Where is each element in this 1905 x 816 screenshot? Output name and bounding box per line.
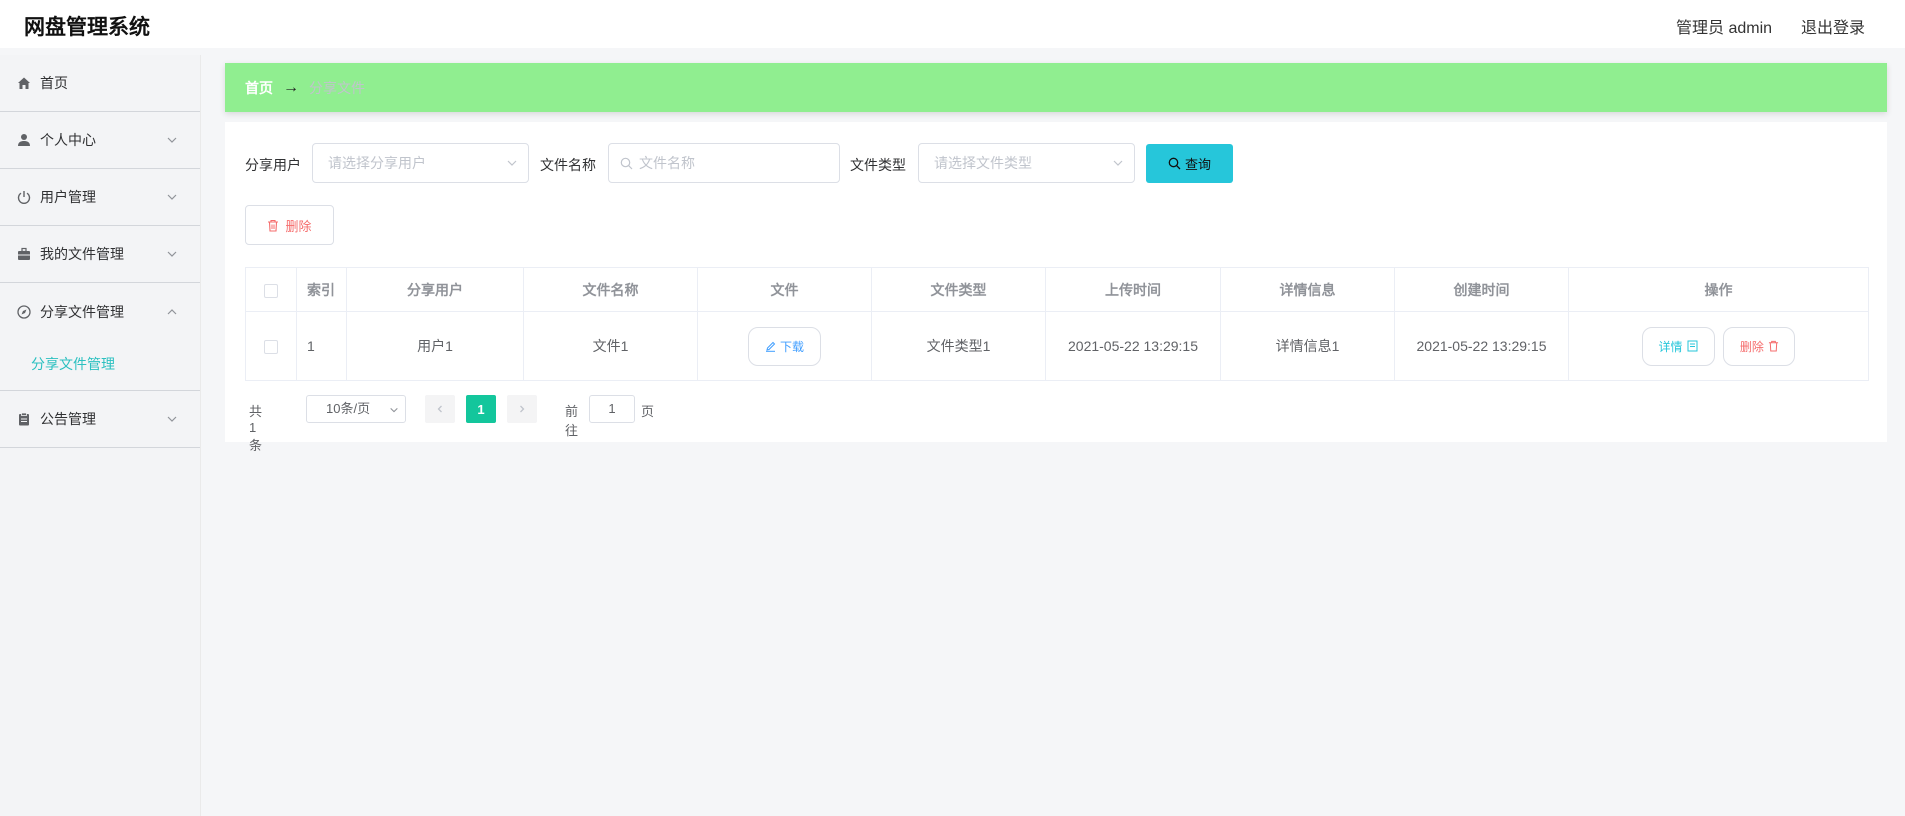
clipboard-icon <box>16 412 31 427</box>
chevron-right-icon <box>520 405 525 413</box>
logout-link[interactable]: 退出登录 <box>1801 14 1865 38</box>
next-page-button[interactable] <box>507 395 537 423</box>
select-all-checkbox[interactable] <box>264 283 278 298</box>
sidebar-item-shared-files[interactable]: 分享文件管理 <box>0 283 200 340</box>
file-type-label: 文件类型 <box>850 157 906 173</box>
column-header: 文件类型 <box>871 267 1046 312</box>
sidebar-item-users[interactable]: 用户管理 <box>0 169 200 226</box>
goto-label: 前往 <box>565 404 579 438</box>
share-user-select[interactable]: 请选择分享用户 <box>312 143 529 183</box>
sidebar-item-label: 我的文件管理 <box>40 246 124 262</box>
detail-button[interactable]: 详情 <box>1641 326 1715 366</box>
chevron-up-icon <box>167 308 177 314</box>
user-icon <box>16 133 31 148</box>
query-button[interactable]: 查询 <box>1146 144 1233 183</box>
column-header: 文件 <box>697 267 872 312</box>
chevron-down-icon <box>390 407 398 413</box>
trash-icon <box>1768 340 1779 352</box>
breadcrumb-separator: → <box>283 78 299 96</box>
sidebar-item-home[interactable]: 首页 <box>0 55 200 112</box>
sidebar-item-label: 分享文件管理 <box>40 303 124 320</box>
file-type-select[interactable]: 请选择文件类型 <box>918 143 1135 183</box>
row-delete-button[interactable]: 删除 <box>1723 326 1796 366</box>
download-label: 下载 <box>779 339 804 354</box>
row-select-cell <box>245 311 297 381</box>
sidebar-item-profile[interactable]: 个人中心 <box>0 112 200 169</box>
operations-cell: 详情 删除 <box>1568 311 1869 381</box>
share-user-label: 分享用户 <box>245 157 301 173</box>
chevron-down-icon <box>1113 160 1123 166</box>
detail-label: 详情 <box>1658 339 1683 354</box>
file-type-placeholder: 请选择文件类型 <box>934 155 1032 171</box>
column-header: 详情信息 <box>1220 267 1395 312</box>
chevron-left-icon <box>437 405 442 413</box>
chevron-down-icon <box>167 137 177 143</box>
sidebar-item-label: 公告管理 <box>40 411 96 427</box>
table-row: 1 用户1 文件1 下载 文件类型1 2021-05-22 13:29:15 详… <box>245 311 1869 381</box>
power-icon <box>16 190 31 205</box>
page-number-button[interactable]: 1 <box>466 395 496 423</box>
table-header-row: 索引 分享用户 文件名称 文件 文件类型 上传时间 详情信息 创建时间 操作 <box>245 267 1869 312</box>
column-header: 分享用户 <box>346 267 524 312</box>
sidebar-item-label: 首页 <box>40 75 68 91</box>
edit-icon <box>765 341 776 352</box>
upload-time-cell: 2021-05-22 13:29:15 <box>1045 311 1221 381</box>
column-header: 操作 <box>1568 267 1869 312</box>
sidebar-item-my-files[interactable]: 我的文件管理 <box>0 226 200 283</box>
column-header: 索引 <box>296 267 347 312</box>
file-name-label: 文件名称 <box>540 157 596 173</box>
prev-page-button[interactable] <box>425 395 455 423</box>
sidebar-item-label: 个人中心 <box>40 132 96 148</box>
file-type-cell: 文件类型1 <box>871 311 1046 381</box>
query-button-label: 查询 <box>1184 157 1211 172</box>
file-name-placeholder: 文件名称 <box>639 155 695 171</box>
pagination-total: 共 1 条 <box>249 404 263 453</box>
sidebar-group-shared-files: 分享文件管理 分享文件管理 <box>0 283 200 391</box>
column-header: 创建时间 <box>1394 267 1569 312</box>
download-button[interactable]: 下载 <box>748 326 821 366</box>
briefcase-icon <box>16 247 31 262</box>
page-suffix-label: 页 <box>641 404 655 419</box>
batch-delete-label: 删除 <box>285 218 312 234</box>
batch-delete-button[interactable]: 删除 <box>245 205 334 245</box>
chevron-down-icon <box>167 194 177 200</box>
row-checkbox[interactable] <box>264 340 278 355</box>
select-all-header <box>245 267 297 312</box>
share-user-placeholder: 请选择分享用户 <box>328 155 426 171</box>
breadcrumb-current: 分享文件 <box>309 79 365 96</box>
sidebar: 首页 个人中心 用户管理 我的文件管理 分享文件管理 分享文件管理 公告管理 <box>0 55 201 816</box>
trash-icon <box>268 219 279 232</box>
compass-icon <box>16 304 31 319</box>
current-user-label: 管理员 admin <box>1676 20 1773 37</box>
chevron-down-icon <box>167 251 177 257</box>
sidebar-item-notices[interactable]: 公告管理 <box>0 391 200 448</box>
search-icon <box>1168 157 1181 170</box>
top-bar: 网盘管理系统 管理员 admin 退出登录 <box>0 0 1905 48</box>
file-cell: 下载 <box>697 311 872 381</box>
share-user-cell: 用户1 <box>346 311 524 381</box>
chevron-down-icon <box>167 416 177 422</box>
content-panel: 分享用户 请选择分享用户 文件名称 文件名称 文件类型 请选择文件类型 查询 删… <box>225 122 1887 453</box>
row-delete-label: 删除 <box>1739 339 1764 354</box>
home-icon <box>16 76 31 91</box>
file-name-cell: 文件1 <box>523 311 698 381</box>
column-header: 上传时间 <box>1045 267 1221 312</box>
created-time-cell: 2021-05-22 13:29:15 <box>1394 311 1569 381</box>
breadcrumb-home-link[interactable]: 首页 <box>245 78 273 98</box>
column-header: 文件名称 <box>523 267 698 312</box>
sidebar-subitem-shared-files[interactable]: 分享文件管理 <box>0 340 200 388</box>
file-name-input[interactable]: 文件名称 <box>608 143 840 183</box>
details-cell: 详情信息1 <box>1220 311 1395 381</box>
page-size-select[interactable]: 10条/页 <box>306 395 406 423</box>
search-icon <box>620 157 633 170</box>
document-icon <box>1687 340 1698 352</box>
breadcrumb: 首页 → 分享文件 <box>225 63 1887 112</box>
index-cell: 1 <box>296 311 347 381</box>
chevron-down-icon <box>507 160 517 166</box>
app-title: 网盘管理系统 <box>24 16 150 39</box>
goto-page-input[interactable]: 1 <box>589 395 635 423</box>
shared-files-table: 索引 分享用户 文件名称 文件 文件类型 上传时间 详情信息 创建时间 操作 1… <box>245 267 1869 381</box>
sidebar-item-label: 用户管理 <box>40 189 96 205</box>
page-size-value: 10条/页 <box>326 401 371 416</box>
